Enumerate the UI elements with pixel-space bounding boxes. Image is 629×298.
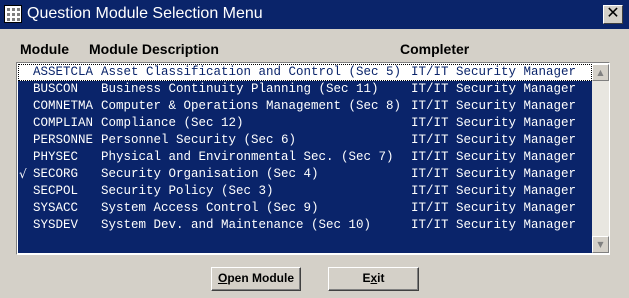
list-item[interactable]: SYSACC System Access Control (Sec 9) IT/IT… [18,200,592,217]
vertical-scrollbar[interactable]: ▲ ▼ [592,64,609,253]
module-code: SECORG [33,167,79,181]
open-module-label: pen Module [227,271,294,285]
list-item[interactable]: BUSCON Business Continuity Planning (Sec … [18,81,592,98]
open-module-mnemonic: O [217,271,228,285]
module-code: BUSCON [33,82,79,96]
list-item[interactable]: COMPLIAN Compliance (Sec 12) IT/IT Securit… [18,115,592,132]
module-completer: IT/IT Security Manager [411,82,577,96]
scroll-down-icon: ▼ [597,240,604,249]
header-completer: Completer [400,41,470,57]
header-module: Module [20,41,69,57]
close-button[interactable]: ✕ [603,5,623,24]
app-icon [4,5,22,23]
scroll-down-button[interactable]: ▼ [592,236,609,253]
module-code: PHYSEC [33,150,79,164]
list-item[interactable]: PERSONNE Personnel Security (Sec 6) IT/IT … [18,132,592,149]
module-description: Physical and Environmental Sec. (Sec 7) [101,150,394,164]
module-completer: IT/IT Security Manager [411,201,577,215]
scroll-up-icon: ▲ [597,68,604,77]
module-code: SECPOL [33,184,79,198]
module-description: Business Continuity Planning (Sec 11) [101,82,379,96]
module-completer: IT/IT Security Manager [411,150,577,164]
module-selection-window: Question Module Selection Menu ✕ Module … [0,0,629,298]
module-list-area: ASSETCLA Asset Classification and Control… [18,64,592,253]
module-code: PERSONNE [33,133,94,147]
module-description: Asset Classification and Control (Sec 5) [101,65,402,79]
list-item[interactable]: SYSDEV System Dev. and Maintenance (Sec 1… [18,217,592,234]
module-description: Computer & Operations Management (Sec 8) [101,99,402,113]
module-description: System Access Control (Sec 9) [101,201,319,215]
list-item[interactable]: COMNETMA Computer & Operations Management… [18,98,592,115]
exit-label-end: it [377,271,385,285]
module-code: SYSACC [33,201,79,215]
module-code: SYSDEV [33,218,79,232]
list-item[interactable]: PHYSEC Physical and Environmental Sec. (S… [18,149,592,166]
module-completer: IT/IT Security Manager [411,99,577,113]
close-icon: ✕ [606,5,620,22]
module-completer: IT/IT Security Manager [411,133,577,147]
module-completer: IT/IT Security Manager [411,167,577,181]
checkmark-icon: √ [19,167,27,181]
open-module-button[interactable]: Open Module [211,267,301,291]
list-item[interactable]: SECPOL Security Policy (Sec 3) IT/IT Secur… [18,183,592,200]
module-description: System Dev. and Maintenance (Sec 10) [101,218,372,232]
title-bar: Question Module Selection Menu ✕ [0,0,629,29]
window-title: Question Module Selection Menu [27,5,263,22]
module-description: Security Organisation (Sec 4) [101,167,319,181]
scroll-up-button[interactable]: ▲ [592,64,609,81]
module-description: Personnel Security (Sec 6) [101,133,297,147]
exit-button[interactable]: Exit [328,267,419,291]
module-code: COMPLIAN [33,116,94,130]
module-description: Security Policy (Sec 3) [101,184,274,198]
list-item[interactable]: ASSETCLA Asset Classification and Control… [18,64,592,81]
header-description: Module Description [89,41,219,57]
module-completer: IT/IT Security Manager [411,218,577,232]
module-completer: IT/IT Security Manager [411,116,577,130]
module-completer: IT/IT Security Manager [411,65,577,79]
module-description: Compliance (Sec 12) [101,116,244,130]
module-code: COMNETMA [33,99,94,113]
module-code: ASSETCLA [33,65,94,79]
module-completer: IT/IT Security Manager [411,184,577,198]
module-list[interactable]: ASSETCLA Asset Classification and Control… [16,62,610,255]
list-item[interactable]: √ SECORG Security Organisation (Sec 4) IT/I… [18,166,592,183]
